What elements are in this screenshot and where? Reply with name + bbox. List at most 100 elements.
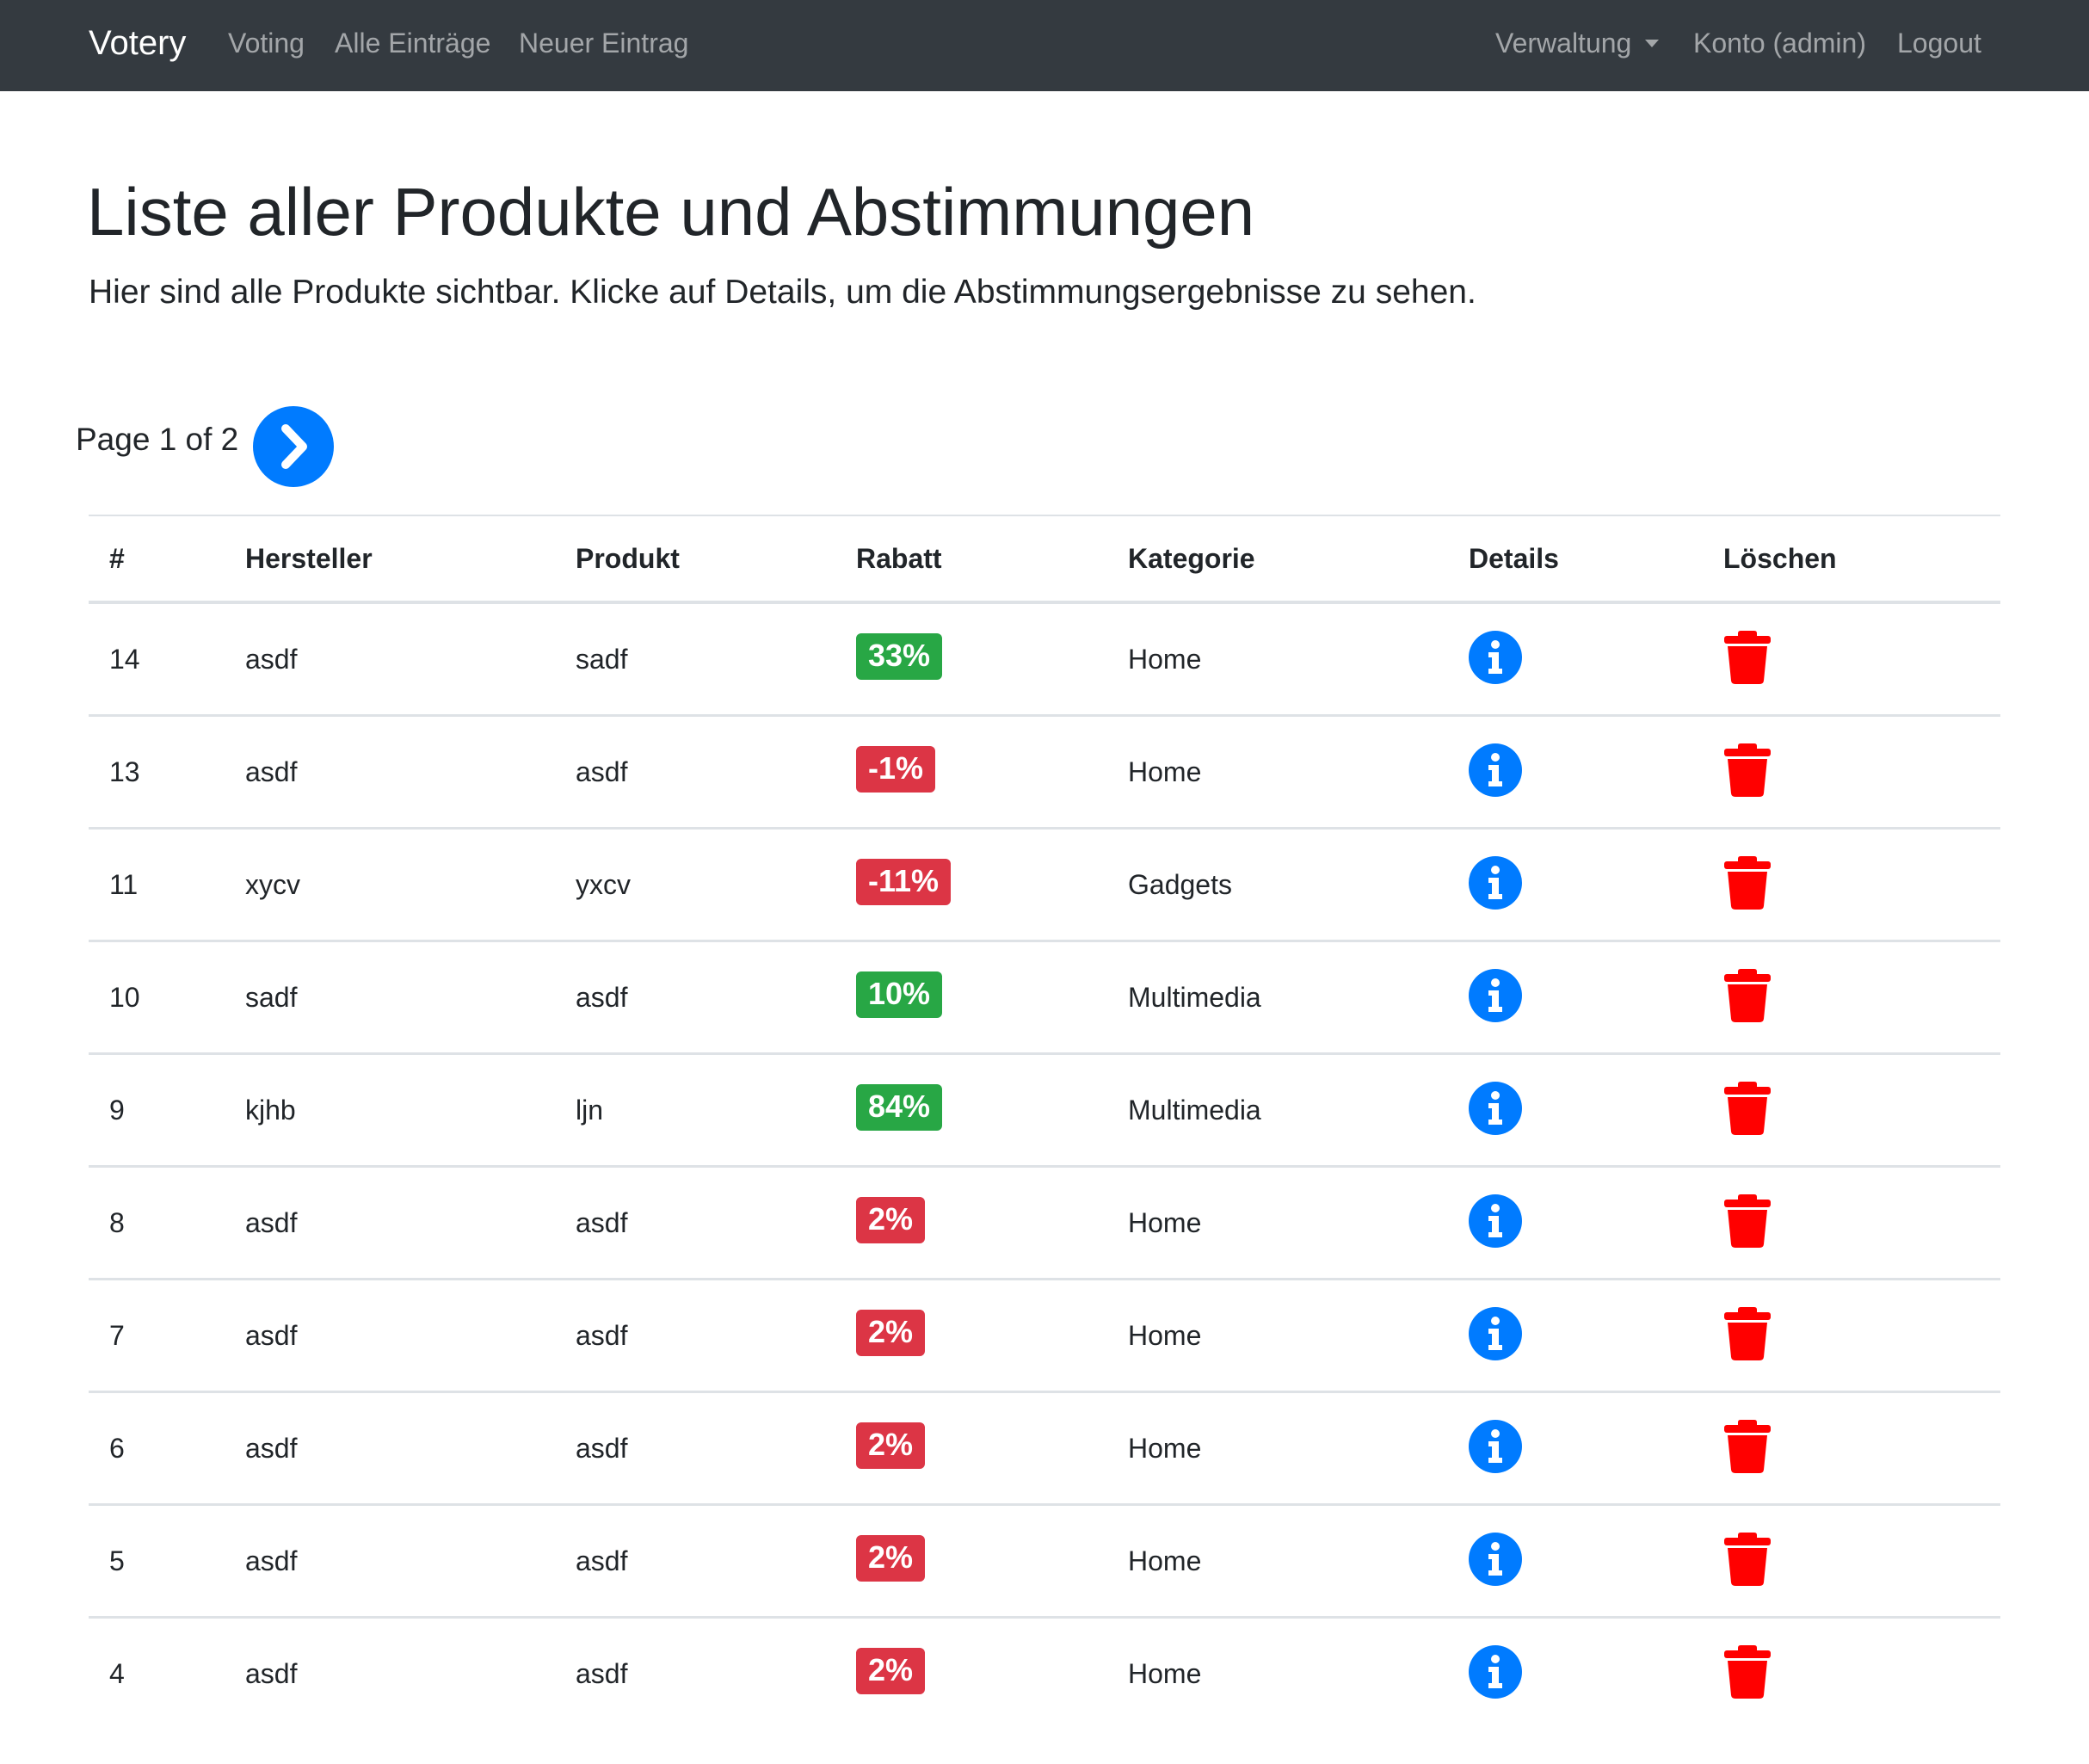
details-button[interactable] bbox=[1468, 855, 1523, 910]
table-row: 9 kjhb ljn 84% Multimedia bbox=[89, 1053, 2000, 1168]
cell-details bbox=[1448, 1053, 1703, 1168]
cell-discount: 33% bbox=[835, 602, 1107, 717]
cell-details bbox=[1448, 1279, 1703, 1393]
details-button[interactable] bbox=[1468, 968, 1523, 1023]
details-button[interactable] bbox=[1468, 1306, 1523, 1361]
table-row: 4 asdf asdf 2% Home bbox=[89, 1618, 2000, 1730]
info-circle-icon bbox=[1469, 1194, 1522, 1248]
pagination-next-button[interactable] bbox=[253, 406, 334, 487]
cell-category: Home bbox=[1107, 715, 1448, 830]
delete-button[interactable] bbox=[1723, 630, 1772, 685]
cell-details bbox=[1448, 828, 1703, 942]
table-row: 6 asdf asdf 2% Home bbox=[89, 1391, 2000, 1506]
discount-badge: 84% bbox=[856, 1084, 943, 1131]
cell-delete bbox=[1703, 1391, 2000, 1506]
details-button[interactable] bbox=[1468, 1081, 1523, 1136]
cell-delete bbox=[1703, 715, 2000, 830]
cell-id: 4 bbox=[109, 1657, 125, 1689]
table-header-row: # Hersteller Produkt Rabatt Kategorie De… bbox=[89, 515, 2000, 604]
navbar-brand[interactable]: Votery bbox=[89, 0, 186, 86]
trash-icon bbox=[1724, 856, 1771, 910]
discount-badge: 10% bbox=[856, 971, 943, 1018]
delete-button[interactable] bbox=[1723, 1081, 1772, 1136]
info-circle-icon bbox=[1469, 1082, 1522, 1135]
details-button[interactable] bbox=[1468, 1644, 1523, 1699]
discount-badge: -1% bbox=[856, 746, 936, 793]
table-row: 7 asdf asdf 2% Home bbox=[89, 1279, 2000, 1393]
cell-id: 10 bbox=[89, 941, 225, 1055]
details-button[interactable] bbox=[1468, 1532, 1523, 1587]
column-header-discount: Rabatt bbox=[835, 515, 1107, 604]
delete-button[interactable] bbox=[1723, 1419, 1772, 1474]
details-button[interactable] bbox=[1468, 1419, 1523, 1474]
cell-delete bbox=[1703, 1166, 2000, 1280]
navbar: Votery Voting Alle Einträge Neuer Eintra… bbox=[0, 0, 2089, 91]
delete-button[interactable] bbox=[1723, 1193, 1772, 1249]
cell-details bbox=[1448, 941, 1703, 1055]
column-header-manufacturer: Hersteller bbox=[225, 515, 555, 604]
trash-icon bbox=[1724, 743, 1771, 797]
trash-icon bbox=[1724, 1533, 1771, 1586]
cell-details bbox=[1448, 1504, 1703, 1619]
delete-button[interactable] bbox=[1723, 743, 1772, 798]
cell-discount: 2% bbox=[835, 1279, 1107, 1393]
page-lead: Hier sind alle Produkte sichtbar. Klicke… bbox=[89, 274, 1476, 311]
cell-category: Home bbox=[1107, 602, 1448, 717]
discount-badge: 2% bbox=[856, 1535, 926, 1582]
cell-delete bbox=[1703, 1279, 2000, 1393]
nav-dropdown-admin[interactable]: Verwaltung bbox=[1495, 0, 1660, 86]
nav-dropdown-admin-label: Verwaltung bbox=[1495, 28, 1632, 59]
table-row: 5 asdf asdf 2% Home bbox=[89, 1504, 2000, 1619]
cell-delete bbox=[1703, 1618, 2000, 1730]
cell-discount: 84% bbox=[835, 1053, 1107, 1168]
info-circle-icon bbox=[1469, 1420, 1522, 1473]
cell-product: asdf bbox=[555, 941, 835, 1055]
cell-discount: 10% bbox=[835, 941, 1107, 1055]
column-header-product: Produkt bbox=[555, 515, 835, 604]
discount-badge: 2% bbox=[856, 1197, 926, 1243]
delete-button[interactable] bbox=[1723, 968, 1772, 1023]
cell-details bbox=[1448, 602, 1703, 717]
delete-button[interactable] bbox=[1723, 1306, 1772, 1361]
cell-details bbox=[1448, 715, 1703, 830]
info-circle-icon bbox=[1469, 1533, 1522, 1586]
cell-category: Gadgets bbox=[1107, 828, 1448, 942]
delete-button[interactable] bbox=[1723, 1532, 1772, 1587]
trash-icon bbox=[1724, 1082, 1771, 1135]
nav-link-voting[interactable]: Voting bbox=[228, 0, 305, 86]
table-row: 10 sadf asdf 10% Multimedia bbox=[89, 941, 2000, 1055]
delete-button[interactable] bbox=[1723, 1644, 1772, 1699]
cell-manufacturer: asdf bbox=[225, 715, 555, 830]
cell-manufacturer: kjhb bbox=[225, 1053, 555, 1168]
cell-product: asdf bbox=[555, 1391, 835, 1506]
discount-badge: 2% bbox=[856, 1310, 926, 1356]
trash-icon bbox=[1724, 1645, 1771, 1699]
info-circle-icon bbox=[1469, 743, 1522, 797]
table-row: 11 xycv yxcv -11% Gadgets bbox=[89, 828, 2000, 942]
cell-discount: 2% bbox=[835, 1504, 1107, 1619]
discount-badge: 33% bbox=[856, 633, 943, 680]
cell-id: 8 bbox=[89, 1166, 225, 1280]
info-circle-icon bbox=[1469, 631, 1522, 684]
cell-id: 14 bbox=[89, 602, 225, 717]
nav-link-new-entry[interactable]: Neuer Eintrag bbox=[519, 0, 688, 86]
details-button[interactable] bbox=[1468, 1193, 1523, 1249]
cell-id: 5 bbox=[89, 1504, 225, 1619]
cell-id: 9 bbox=[89, 1053, 225, 1168]
pagination-text: Page 1 of 2 bbox=[76, 422, 239, 457]
cell-discount: -11% bbox=[835, 828, 1107, 942]
nav-link-account[interactable]: Konto (admin) bbox=[1693, 0, 1866, 86]
nav-link-logout[interactable]: Logout bbox=[1897, 0, 1981, 86]
details-button[interactable] bbox=[1468, 630, 1523, 685]
caret-down-icon bbox=[1645, 40, 1660, 47]
cell-product: asdf bbox=[555, 715, 835, 830]
cell-product: asdf bbox=[555, 1166, 835, 1280]
cell-id: 7 bbox=[89, 1279, 225, 1393]
delete-button[interactable] bbox=[1723, 855, 1772, 910]
column-header-delete: Löschen bbox=[1703, 515, 2000, 604]
cell-manufacturer: asdf bbox=[225, 1166, 555, 1280]
trash-icon bbox=[1724, 1420, 1771, 1473]
nav-link-all-entries[interactable]: Alle Einträge bbox=[335, 0, 490, 86]
details-button[interactable] bbox=[1468, 743, 1523, 798]
cell-category: Multimedia bbox=[1107, 1053, 1448, 1168]
